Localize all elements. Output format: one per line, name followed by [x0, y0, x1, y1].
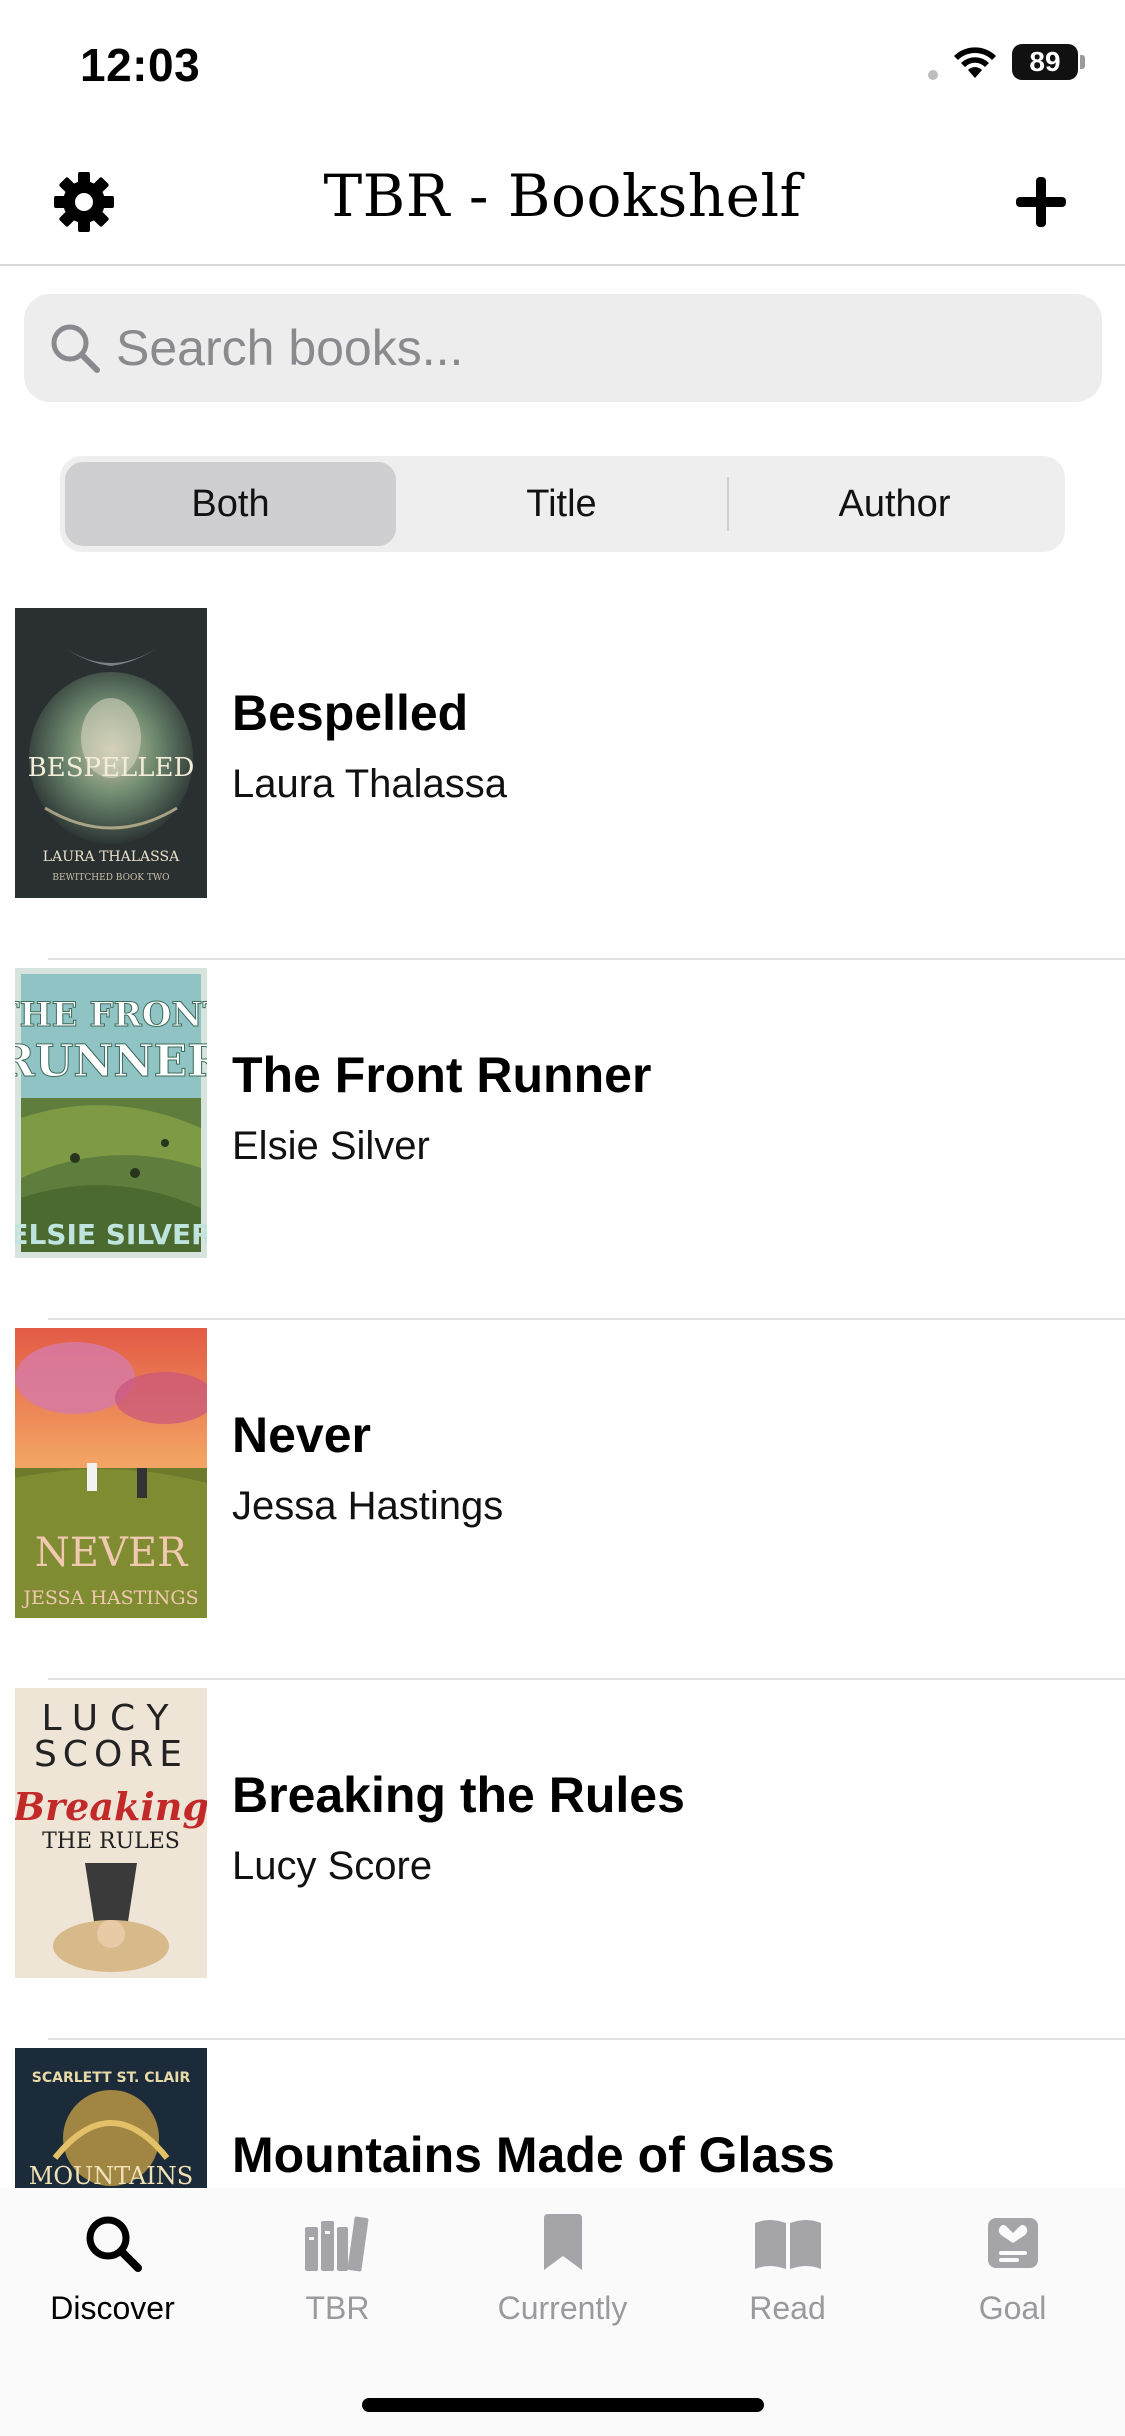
cover-author-line2: SCORE — [34, 1734, 188, 1775]
book-title: Mountains Made of Glass — [232, 2127, 835, 2183]
home-indicator — [362, 2398, 764, 2412]
book-row[interactable]: BESPELLED LAURA THALASSA BEWITCHED BOOK … — [0, 600, 1125, 960]
book-author: Jessa Hastings — [232, 1484, 504, 1528]
book-cover: THE FRONT RUNNER ELSIE SILVER — [15, 968, 207, 1258]
cover-author-text: LAURA THALASSA — [43, 849, 180, 865]
cover-title-text: MOUNTAINS — [29, 2162, 193, 2188]
book-author: Lucy Score — [232, 1844, 433, 1888]
cover-author-text: SCARLETT ST. CLAIR — [32, 2070, 191, 2086]
books-icon — [298, 2208, 378, 2278]
book-list[interactable]: BESPELLED LAURA THALASSA BEWITCHED BOOK … — [0, 600, 1125, 2188]
goal-card-icon — [973, 2208, 1053, 2278]
tab-read[interactable]: Read — [675, 2208, 900, 2348]
status-bar: 12:03 89 — [0, 0, 1125, 140]
segment-author[interactable]: Author — [729, 462, 1060, 546]
cover-title-text: NEVER — [35, 1530, 189, 1576]
book-row[interactable]: NEVER JESSA HASTINGS Never Jessa Hasting… — [0, 1320, 1125, 1680]
tab-discover[interactable]: Discover — [0, 2208, 225, 2348]
navigation-bar: TBR - Bookshelf — [0, 140, 1125, 266]
plus-icon — [1016, 177, 1066, 227]
gear-icon — [54, 172, 114, 232]
cover-title-line1: Breaking — [15, 1784, 207, 1829]
tab-label: Read — [749, 2290, 826, 2326]
cover-title-text: BESPELLED — [28, 753, 195, 783]
book-author: Elsie Silver — [232, 1124, 430, 1168]
battery-icon: 89 — [1012, 44, 1085, 80]
cover-author-line1: LUCY — [41, 1698, 180, 1739]
book-row[interactable]: SCARLETT ST. CLAIR MOUNTAINS Mountains M… — [0, 2040, 1125, 2188]
segment-title[interactable]: Title — [396, 462, 727, 546]
cover-author-text: JESSA HASTINGS — [21, 1587, 198, 1609]
cover-title-line2: RUNNER — [15, 1036, 207, 1087]
book-title: Never — [232, 1407, 371, 1463]
book-cover: NEVER JESSA HASTINGS — [15, 1328, 207, 1618]
bookmark-icon — [523, 2208, 603, 2278]
search-icon — [73, 2208, 153, 2278]
battery-level: 89 — [1012, 44, 1078, 80]
book-cover: BESPELLED LAURA THALASSA BEWITCHED BOOK … — [15, 608, 207, 898]
cover-author-text: ELSIE SILVER — [15, 1218, 207, 1251]
search-icon — [46, 319, 104, 377]
tab-label: Discover — [50, 2290, 175, 2326]
tab-label: Goal — [978, 2290, 1047, 2326]
search-input[interactable] — [116, 319, 1056, 377]
cover-series-text: BEWITCHED BOOK TWO — [52, 873, 169, 883]
status-time: 12:03 — [80, 39, 201, 91]
book-cover: LUCY SCORE Breaking THE RULES — [15, 1688, 207, 1978]
status-indicators: 89 — [928, 44, 1085, 80]
wifi-icon — [954, 47, 996, 78]
book-row[interactable]: LUCY SCORE Breaking THE RULES Breaking t… — [0, 1680, 1125, 2040]
open-book-icon — [748, 2208, 828, 2278]
tab-goal[interactable]: Goal — [900, 2208, 1125, 2348]
settings-button[interactable] — [50, 168, 118, 236]
add-book-button[interactable] — [1007, 168, 1075, 236]
search-scope-segmented-control: Both Title Author — [60, 456, 1065, 552]
book-title: The Front Runner — [232, 1047, 652, 1103]
page-title: TBR - Bookshelf — [323, 162, 802, 230]
tab-currently[interactable]: Currently — [450, 2208, 675, 2348]
book-cover: SCARLETT ST. CLAIR MOUNTAINS — [15, 2048, 207, 2188]
book-title: Breaking the Rules — [232, 1767, 685, 1823]
book-title: Bespelled — [232, 685, 469, 741]
search-bar[interactable] — [24, 294, 1102, 402]
segment-both[interactable]: Both — [65, 462, 396, 546]
cover-title-line2: THE RULES — [42, 1829, 180, 1854]
recording-dot — [928, 70, 938, 80]
book-author: Laura Thalassa — [232, 762, 507, 806]
cover-title-line1: THE FRONT — [15, 995, 207, 1035]
book-row[interactable]: THE FRONT RUNNER ELSIE SILVER The Front … — [0, 960, 1125, 1320]
tab-tbr[interactable]: TBR — [225, 2208, 450, 2348]
tab-label: Currently — [497, 2290, 628, 2326]
tab-label: TBR — [305, 2290, 370, 2326]
